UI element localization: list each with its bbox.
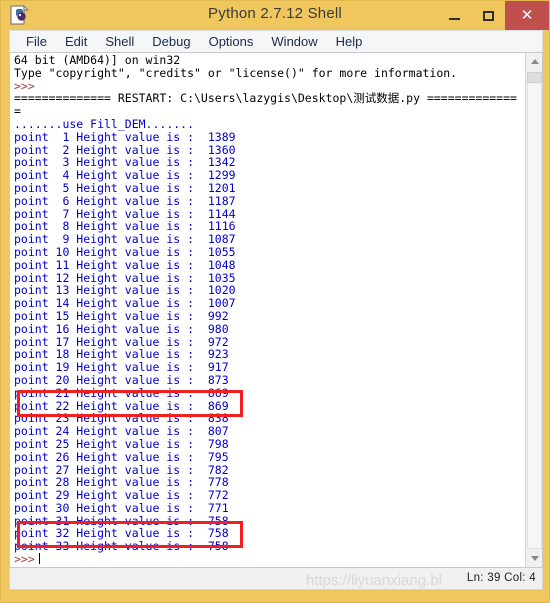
maximize-button[interactable] (471, 1, 505, 30)
minimize-button[interactable] (437, 1, 471, 30)
menu-item-edit[interactable]: Edit (56, 34, 96, 49)
chevron-up-icon (530, 59, 539, 64)
shell-output-area[interactable]: 64 bit (AMD64)] on win32 Type "copyright… (9, 52, 543, 568)
close-icon: ✕ (520, 7, 534, 24)
window-controls: ✕ (437, 1, 549, 30)
chevron-down-icon (530, 556, 539, 561)
menu-item-options[interactable]: Options (200, 34, 263, 49)
menu-item-help[interactable]: Help (327, 34, 372, 49)
menu-item-window[interactable]: Window (262, 34, 326, 49)
idle-shell-window: Python 2.7.12 Shell ✕ File Edit Shell De… (0, 0, 550, 603)
maximize-icon (482, 10, 494, 21)
status-bar: Ln: 39 Col: 4 (9, 568, 543, 590)
menu-item-debug[interactable]: Debug (143, 34, 199, 49)
shell-text-content[interactable]: 64 bit (AMD64)] on win32 Type "copyright… (14, 54, 520, 566)
scroll-down-button[interactable] (526, 550, 542, 567)
scrollbar-thumb[interactable] (527, 72, 542, 83)
text-cursor (38, 553, 40, 565)
scrollbar-track[interactable] (527, 84, 542, 549)
cursor-position-indicator: Ln: 39 Col: 4 (466, 572, 536, 584)
menu-item-file[interactable]: File (17, 34, 56, 49)
close-button[interactable]: ✕ (505, 1, 549, 30)
vertical-scrollbar[interactable] (525, 53, 542, 567)
scroll-up-button[interactable] (526, 53, 542, 70)
title-bar: Python 2.7.12 Shell ✕ (1, 1, 549, 30)
minimize-icon (448, 17, 460, 20)
menu-bar: File Edit Shell Debug Options Window Hel… (9, 30, 543, 52)
menu-item-shell[interactable]: Shell (96, 34, 143, 49)
